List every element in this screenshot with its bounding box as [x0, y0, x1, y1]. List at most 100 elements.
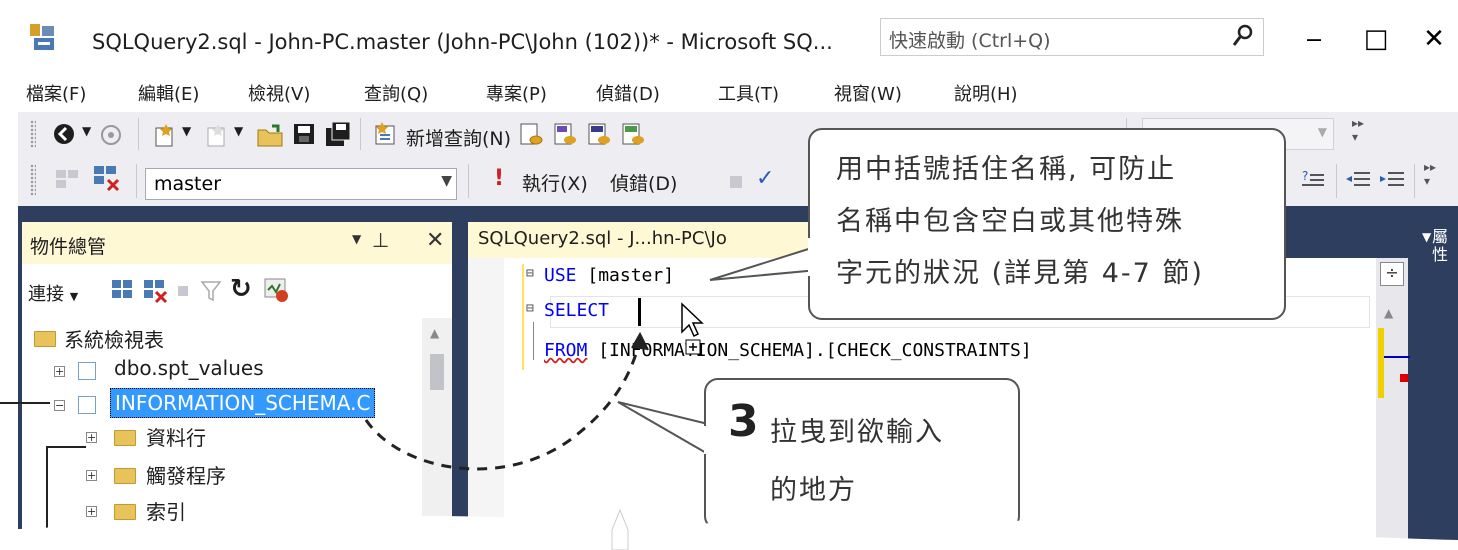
menu-bar: 檔案(F) 編輯(E) 檢視(V) 查詢(Q) 專案(P) 偵錯(D) 工具(T…: [18, 72, 1458, 110]
new-project-icon[interactable]: [152, 122, 178, 148]
new-query-button[interactable]: 新增查詢(N): [406, 124, 511, 151]
folder-icon: [114, 468, 136, 484]
callout-pointer-mask: [704, 426, 708, 454]
database-engine-query-icon[interactable]: [518, 122, 544, 148]
menu-project[interactable]: 專案(P): [486, 80, 547, 106]
stop-icon[interactable]: [730, 176, 742, 188]
toolbar-separator: [136, 164, 137, 198]
connect-icon[interactable]: [54, 168, 82, 192]
tab-label: SQLQuery2.sql - J...hn-PC\Jo: [478, 228, 727, 249]
chevron-down-icon: ▼: [441, 173, 452, 189]
database-selected-value: master: [154, 173, 222, 195]
refresh-icon[interactable]: ↻: [230, 274, 252, 304]
menu-debug[interactable]: 偵錯(D): [596, 80, 660, 106]
stop-icon[interactable]: [178, 286, 188, 296]
toolbar-overflow-icon[interactable]: ▸▸ ▾: [1352, 116, 1364, 144]
expand-icon[interactable]: +: [86, 470, 97, 481]
chevron-down-icon[interactable]: ▼: [1422, 230, 1431, 244]
collapse-region-icon[interactable]: ⊟: [526, 301, 534, 316]
forward-icon[interactable]: [100, 124, 122, 146]
analysis-query-icon[interactable]: [552, 122, 578, 148]
close-button[interactable]: ✕: [1414, 22, 1454, 56]
new-file-icon[interactable]: [204, 122, 230, 148]
debug-button[interactable]: 偵錯(D): [610, 169, 677, 196]
step-number: 3: [728, 396, 759, 447]
code-line-2: SELECT: [544, 300, 620, 321]
table-icon: [78, 362, 96, 380]
chevron-down-icon: ▼: [69, 290, 79, 303]
dmx-query-icon[interactable]: [586, 122, 612, 148]
open-folder-icon[interactable]: [256, 122, 284, 148]
menu-window[interactable]: 視窗(W): [834, 80, 902, 106]
filter-icon[interactable]: [200, 280, 222, 302]
menu-view[interactable]: 檢視(V): [248, 80, 310, 106]
available-databases-dropdown[interactable]: master ▼: [145, 168, 457, 200]
increase-indent-icon[interactable]: [1378, 168, 1406, 192]
xmla-query-icon[interactable]: [620, 122, 646, 148]
specify-template-values-icon[interactable]: ?: [1300, 168, 1328, 192]
tree-node-label: 資料行: [146, 426, 206, 450]
object-explorer-header: 物件總管 ▼ ⊥ ✕: [22, 222, 452, 264]
expand-icon[interactable]: +: [86, 432, 97, 443]
step-text-line: 拉曳到欲輸入: [770, 417, 944, 448]
activity-monitor-icon[interactable]: [262, 276, 290, 304]
chevron-down-icon: ▼: [1317, 125, 1327, 139]
callout-pointer-mask: [808, 238, 812, 276]
folder-icon: [34, 331, 56, 347]
callout-pointer: [617, 401, 709, 455]
connect-object-explorer-icon[interactable]: [110, 278, 136, 302]
tree-node-label: 觸發程序: [146, 464, 226, 488]
toolbar-separator: [1336, 164, 1337, 198]
tree-node-label: 系統檢視表: [64, 328, 164, 352]
back-icon[interactable]: [52, 122, 78, 146]
sql-keyword: USE: [544, 265, 577, 286]
disconnect-icon[interactable]: [142, 278, 168, 304]
callout-text: 用中括號括住名稱, 可防止 名稱中包含空白或其他特殊 字元的狀況 (詳見第 4-…: [836, 144, 1204, 300]
toolbar-separator: [360, 118, 361, 150]
parse-checkmark-icon[interactable]: ✓: [756, 166, 774, 191]
save-all-icon[interactable]: [324, 120, 352, 148]
chevron-down-icon[interactable]: ▼: [82, 124, 91, 138]
execute-button[interactable]: 執行(X): [522, 169, 588, 196]
drag-cursor-icon: [681, 302, 704, 355]
save-icon[interactable]: [292, 122, 316, 146]
window-title: SQLQuery2.sql - John-PC.master (John-PC\…: [92, 30, 833, 54]
callout-line: 名稱中包含空白或其他特殊: [836, 206, 1184, 237]
annotation-line: [46, 446, 86, 448]
execute-icon[interactable]: !: [494, 166, 504, 191]
collapse-region-icon[interactable]: ⊟: [526, 266, 534, 281]
new-query-icon[interactable]: [372, 120, 400, 148]
chevron-down-icon[interactable]: ▼: [234, 124, 243, 138]
menu-help[interactable]: 說明(H): [954, 80, 1018, 106]
menu-file[interactable]: 檔案(F): [26, 80, 86, 106]
connect-dropdown[interactable]: 連接 ▼: [28, 280, 78, 306]
toolbar-separator: [1414, 164, 1415, 198]
properties-tab[interactable]: 屬性: [1432, 228, 1450, 264]
change-marker: [1378, 328, 1384, 398]
pin-icon[interactable]: ⊥: [372, 228, 389, 252]
minimize-button[interactable]: ‒: [1294, 22, 1334, 56]
change-connection-icon[interactable]: [92, 164, 122, 194]
maximize-button[interactable]: □: [1356, 22, 1396, 56]
quick-launch-input[interactable]: 快速啟動 (Ctrl+Q): [880, 18, 1264, 56]
decrease-indent-icon[interactable]: [1344, 168, 1372, 192]
sql-text: [master]: [576, 265, 675, 286]
collapse-icon[interactable]: −: [54, 400, 65, 411]
toolbar-grip[interactable]: [30, 120, 36, 148]
menu-tools[interactable]: 工具(T): [718, 80, 779, 106]
split-editor-icon[interactable]: ÷: [1380, 262, 1404, 286]
menu-edit[interactable]: 編輯(E): [138, 80, 199, 106]
toolbar-overflow-icon[interactable]: ▸▸ ▾: [1424, 160, 1436, 188]
close-panel-icon[interactable]: ✕: [426, 228, 444, 253]
scroll-up-icon[interactable]: ▲: [1384, 306, 1393, 320]
chevron-down-icon[interactable]: ▼: [182, 124, 191, 138]
chevron-down-icon[interactable]: ▼: [352, 232, 361, 246]
quick-launch-placeholder: 快速啟動 (Ctrl+Q): [889, 30, 1051, 52]
tree-node-label-selected: INFORMATION_SCHEMA.C: [110, 388, 376, 418]
toolbar-grip[interactable]: [30, 164, 36, 196]
menu-query[interactable]: 查詢(Q): [364, 80, 428, 106]
error-marker: [1400, 374, 1408, 382]
callout-pointer: [709, 245, 819, 281]
expand-icon[interactable]: +: [54, 366, 65, 377]
